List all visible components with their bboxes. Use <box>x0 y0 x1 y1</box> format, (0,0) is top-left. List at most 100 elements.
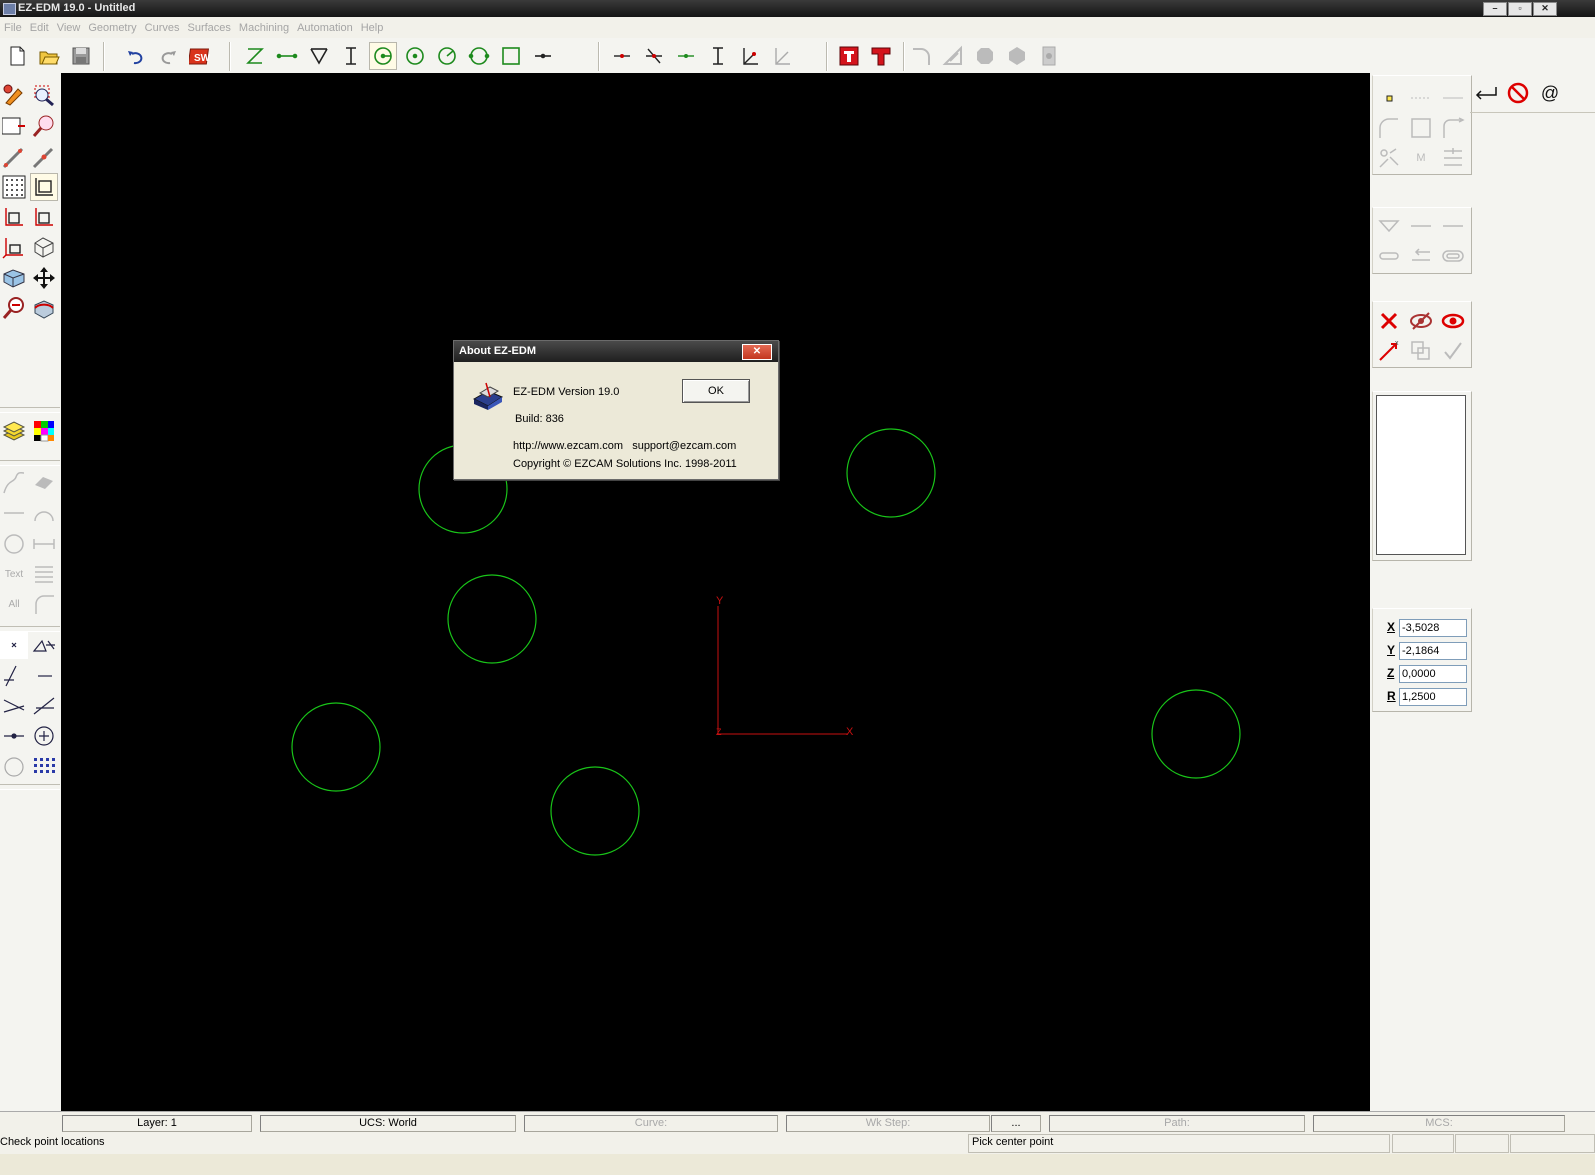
dialog-links[interactable]: http://www.ezcam.com support@ezcam.com <box>513 440 736 452</box>
point-on-line-icon[interactable] <box>672 42 700 70</box>
pocket-icon[interactable] <box>971 42 999 70</box>
circle-gray-icon[interactable] <box>0 530 28 558</box>
layers-icon[interactable] <box>0 417 28 445</box>
rectangle-icon[interactable] <box>497 42 525 70</box>
solidworks-icon[interactable]: SW <box>186 42 214 70</box>
at-symbol-button[interactable]: @ <box>1536 79 1564 107</box>
select-rect-icon[interactable] <box>0 112 28 140</box>
menu-surfaces[interactable]: Surfaces <box>184 17 235 39</box>
post-icon[interactable] <box>1035 42 1063 70</box>
line-diag-icon[interactable] <box>30 692 58 720</box>
line-horizontal-icon[interactable] <box>273 42 301 70</box>
minimize-button[interactable]: – <box>1483 2 1507 16</box>
iso-axis-icon[interactable] <box>0 233 28 261</box>
circle-point-icon[interactable] <box>401 42 429 70</box>
trim-icon[interactable] <box>1375 212 1403 240</box>
line-slope-icon[interactable] <box>0 662 28 690</box>
point-x-icon[interactable] <box>0 631 28 659</box>
menu-edit[interactable]: Edit <box>26 17 53 39</box>
grid-icon[interactable] <box>0 173 28 201</box>
text-tool[interactable]: Text <box>0 560 28 588</box>
cancel-icon[interactable] <box>1504 79 1532 107</box>
arc-icon[interactable] <box>30 499 58 527</box>
snap-point-icon[interactable] <box>1375 84 1403 112</box>
restore-button[interactable]: ▫ <box>1508 2 1532 16</box>
menu-file[interactable]: File <box>0 17 26 39</box>
point-vertical-icon[interactable] <box>704 42 732 70</box>
angle-delta-icon[interactable] <box>30 631 58 659</box>
hide-icon[interactable] <box>1407 307 1435 335</box>
line-segment-icon[interactable] <box>529 42 557 70</box>
hatch-icon[interactable] <box>30 560 58 588</box>
drawing-canvas[interactable]: Y X Z <box>61 73 1370 1111</box>
line-polyline-icon[interactable] <box>241 42 269 70</box>
transform-icon[interactable]: x <box>1375 337 1403 365</box>
extend-icon[interactable] <box>1407 212 1435 240</box>
tool-edm-icon[interactable] <box>835 42 863 70</box>
circle-plus-icon[interactable] <box>30 722 58 750</box>
pan-icon[interactable] <box>30 264 58 292</box>
zoom-out-icon[interactable] <box>0 294 28 322</box>
contour-icon[interactable] <box>939 42 967 70</box>
drill-icon[interactable] <box>1003 42 1031 70</box>
chain-icon[interactable] <box>1439 242 1467 270</box>
corner-icon[interactable] <box>30 590 58 618</box>
status-layer[interactable]: Layer: 1 <box>62 1115 252 1132</box>
circle-3point-icon[interactable] <box>465 42 493 70</box>
snap-mid-icon[interactable] <box>1407 84 1435 112</box>
snap-tool-icon[interactable] <box>1375 144 1403 172</box>
snap-corner-icon[interactable] <box>1439 114 1467 142</box>
menu-view[interactable]: View <box>53 17 85 39</box>
delete-icon[interactable] <box>1375 307 1403 335</box>
copy-icon[interactable] <box>1407 337 1435 365</box>
join-icon[interactable] <box>1375 242 1403 270</box>
point-axis-icon[interactable] <box>736 42 764 70</box>
snap-stack-icon[interactable] <box>1439 144 1467 172</box>
break-icon[interactable] <box>1439 212 1467 240</box>
top-view-icon[interactable] <box>30 173 58 201</box>
zoom-icon[interactable] <box>30 112 58 140</box>
side-view-icon[interactable] <box>30 203 58 231</box>
point-offset-icon[interactable] <box>768 42 796 70</box>
menu-curves[interactable]: Curves <box>141 17 184 39</box>
wireframe-icon[interactable] <box>30 233 58 261</box>
line-point-icon[interactable] <box>0 722 28 750</box>
spline-icon[interactable] <box>0 469 28 497</box>
line-angle-icon[interactable] <box>305 42 333 70</box>
line-horiz-icon[interactable] <box>30 662 58 690</box>
line-bisect-icon[interactable] <box>0 692 28 720</box>
save-icon[interactable] <box>67 42 95 70</box>
select-all-tool[interactable]: All <box>0 590 28 618</box>
redo-icon[interactable] <box>154 42 182 70</box>
close-window-button[interactable]: ✕ <box>1533 2 1557 16</box>
menu-machining[interactable]: Machining <box>235 17 293 39</box>
front-view-icon[interactable] <box>0 203 28 231</box>
menu-help[interactable]: Help <box>357 17 388 39</box>
coord-r-input[interactable]: 1,2500 <box>1399 688 1467 706</box>
status-ellipsis-button[interactable]: ... <box>991 1115 1041 1132</box>
check-icon[interactable] <box>1439 337 1467 365</box>
point-midpoint-icon[interactable] <box>608 42 636 70</box>
snap-arc-icon[interactable] <box>1375 114 1403 142</box>
point-array-icon[interactable] <box>30 753 58 781</box>
undo-icon[interactable] <box>122 42 150 70</box>
dialog-close-button[interactable]: ✕ <box>742 344 772 360</box>
line-vertical-icon[interactable] <box>337 42 365 70</box>
new-file-icon[interactable] <box>3 42 31 70</box>
colors-icon[interactable] <box>30 417 58 445</box>
fillet-icon[interactable] <box>907 42 935 70</box>
show-icon[interactable] <box>1439 307 1467 335</box>
circle-center-icon[interactable] <box>369 42 397 70</box>
surface-icon[interactable] <box>30 469 58 497</box>
point-intersection-icon[interactable] <box>640 42 668 70</box>
measure-icon[interactable] <box>0 143 28 171</box>
coord-y-input[interactable]: -2,1864 <box>1399 642 1467 660</box>
reverse-icon[interactable] <box>1407 242 1435 270</box>
line-gray-icon[interactable] <box>0 499 28 527</box>
measure-angle-icon[interactable] <box>30 143 58 171</box>
circle-outline-icon[interactable] <box>0 753 28 781</box>
zoom-window-icon[interactable] <box>30 81 58 109</box>
rotate-view-icon[interactable] <box>30 294 58 322</box>
return-icon[interactable] <box>1472 79 1500 107</box>
tool-t-icon[interactable] <box>867 42 895 70</box>
